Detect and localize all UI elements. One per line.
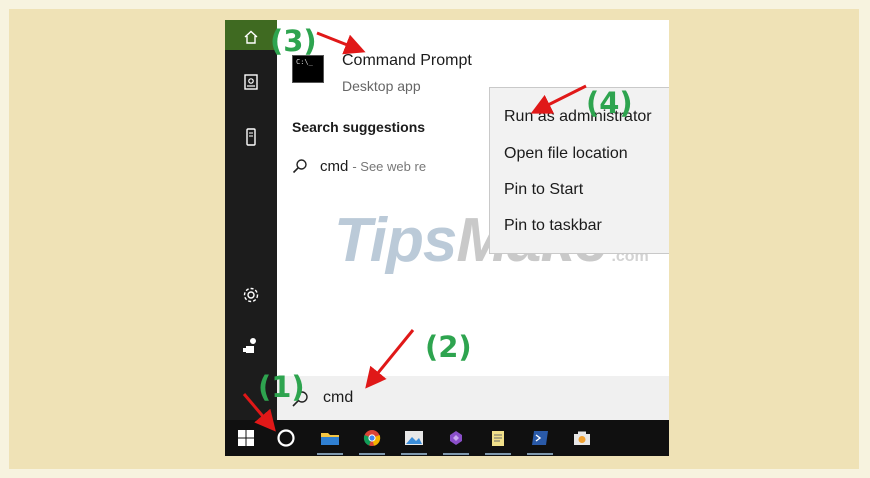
powershell-icon[interactable] — [523, 420, 557, 456]
context-menu: Run as administrator Open file location … — [489, 87, 669, 254]
menu-item-pin-to-start[interactable]: Pin to Start — [504, 181, 583, 199]
search-icon — [292, 159, 307, 174]
windows-start-icon[interactable] — [229, 420, 263, 456]
menu-item-pin-to-taskbar[interactable]: Pin to taskbar — [504, 217, 602, 235]
step-label-3: (3) — [270, 24, 317, 58]
active-indicator — [401, 453, 427, 455]
file-explorer-icon[interactable] — [313, 420, 347, 456]
active-indicator — [485, 453, 511, 455]
step-label-4: (4) — [586, 86, 633, 120]
user-icon[interactable] — [225, 328, 277, 362]
step-label-1: (1) — [258, 370, 305, 404]
gear-icon[interactable] — [225, 278, 277, 312]
cortana-icon[interactable] — [269, 420, 303, 456]
photos-icon[interactable] — [397, 420, 431, 456]
app-icon-text: C:\_ — [296, 58, 313, 66]
taskbar — [225, 420, 669, 456]
phone-icon[interactable] — [225, 120, 277, 154]
search-suggestions-title: Search suggestions — [292, 119, 426, 135]
start-menu-rail — [225, 20, 277, 420]
active-indicator — [359, 453, 385, 455]
best-match-app-type: Desktop app — [342, 78, 421, 94]
camera-icon[interactable] — [565, 420, 599, 456]
watermark-tips: Tips — [334, 206, 457, 275]
search-box[interactable]: cmd — [277, 376, 669, 420]
suggestion-term: cmd — [320, 157, 349, 175]
active-indicator — [317, 453, 343, 455]
search-suggestion-item[interactable]: cmd - See web re — [292, 154, 452, 178]
best-match-app-name[interactable]: Command Prompt — [342, 52, 472, 70]
notepad-icon[interactable] — [481, 420, 515, 456]
search-input[interactable]: cmd — [323, 389, 353, 407]
step-label-2: (2) — [425, 330, 472, 364]
visual-studio-icon[interactable] — [439, 420, 473, 456]
active-indicator — [527, 453, 553, 455]
chrome-icon[interactable] — [355, 420, 389, 456]
suggestion-hint: - See web re — [352, 158, 427, 174]
menu-item-open-file-location[interactable]: Open file location — [504, 145, 628, 163]
active-indicator — [443, 453, 469, 455]
command-prompt-icon[interactable]: C:\_ — [292, 55, 324, 83]
search-results-panel: C:\_ Command Prompt Desktop app Search s… — [277, 20, 669, 420]
document-icon[interactable] — [225, 65, 277, 99]
